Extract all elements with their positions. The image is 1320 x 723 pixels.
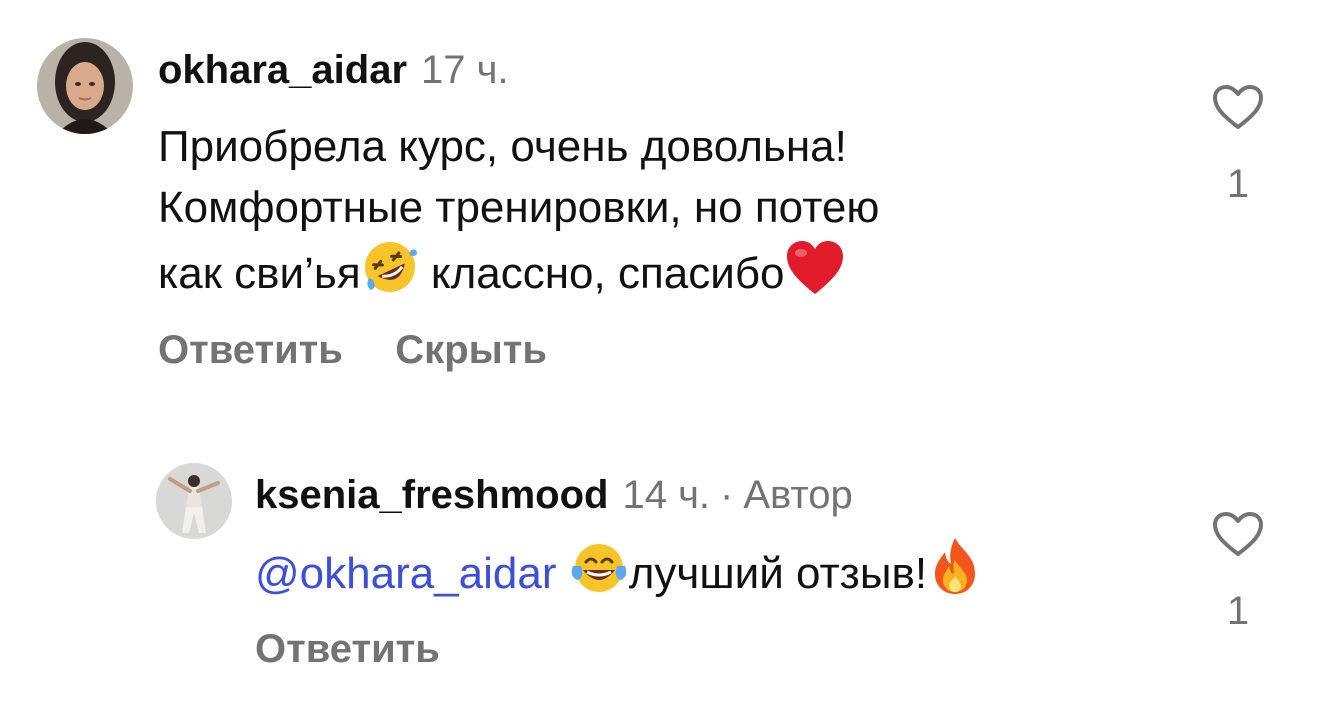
red-heart-emoji [785,240,845,296]
mention-link[interactable]: @okhara_aidar [255,549,557,598]
face-with-tears-of-joy-emoji [569,540,629,596]
timestamp: 14 ч. [622,473,711,517]
like-count: 1 [1226,162,1250,206]
comment-header: ksenia_freshmood 14 ч. · Автор [255,475,853,515]
timestamp: 17 ч. [421,48,509,92]
heart-icon[interactable] [1208,511,1268,557]
like-count: 1 [1226,589,1250,633]
like-control: 1 [1208,84,1268,207]
avatar[interactable] [156,463,232,539]
reply-button[interactable]: Ответить [158,328,343,372]
heart-icon[interactable] [1208,84,1268,130]
author-badge: Автор [743,473,853,517]
avatar[interactable] [37,38,133,134]
separator: · [720,473,734,517]
comment-actions: Ответить Скрыть [158,328,547,373]
hide-button[interactable]: Скрыть [395,328,547,372]
comment-header: okhara_aidar 17 ч. [158,50,509,90]
comment-text: Приобрела курс, очень довольна! Комфортн… [158,116,879,304]
comment-text: @okhara_aidar лучший отзыв! [255,536,983,604]
username[interactable]: ksenia_freshmood [255,473,608,517]
reply-button[interactable]: Ответить [255,627,440,671]
like-control: 1 [1208,511,1268,634]
username[interactable]: okhara_aidar [158,48,407,92]
comment-actions: Ответить [255,627,440,672]
fire-emoji [927,536,983,596]
rolling-on-floor-laughing-emoji [361,238,419,296]
